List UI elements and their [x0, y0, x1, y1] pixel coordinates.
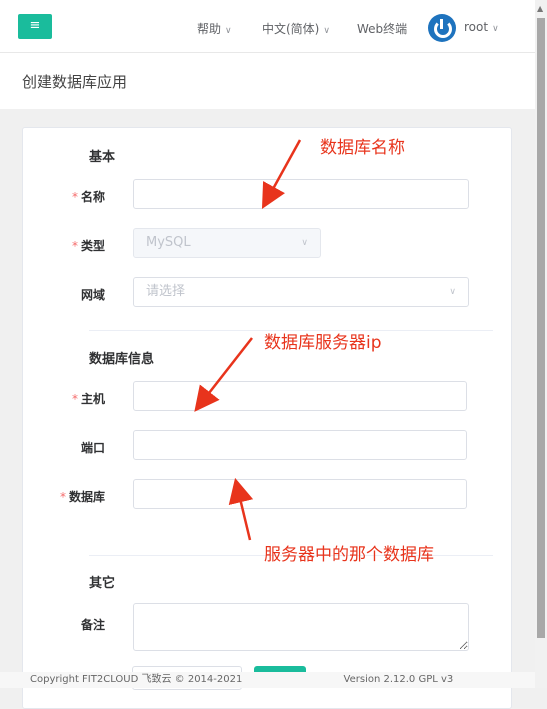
domain-select[interactable]: 请选择 ∨: [133, 277, 469, 307]
annotation-db-server-ip: 数据库服务器ip: [264, 333, 382, 353]
type-select[interactable]: MySQL ∨: [133, 228, 321, 258]
annotation-db-name: 数据库名称: [320, 138, 405, 158]
version-text: Version 2.12.0 GPL v3: [343, 674, 454, 685]
user-menu[interactable]: root ∨: [464, 20, 499, 34]
top-navbar: ≡ 帮助 ∨ 中文(简体) ∨ Web终端 root ∨: [0, 0, 535, 52]
hamburger-icon: ≡: [29, 18, 41, 33]
type-label: * 类型: [71, 239, 105, 253]
web-terminal-link[interactable]: Web终端: [357, 20, 407, 37]
host-label: * 主机: [71, 392, 105, 406]
section-db-info: 数据库信息: [89, 352, 155, 367]
chevron-down-icon: ∨: [225, 26, 232, 36]
scrollbar-thumb[interactable]: [537, 18, 545, 638]
chevron-down-icon: ∨: [301, 238, 308, 248]
comment-label: 备注: [80, 618, 105, 632]
web-terminal-label: Web终端: [357, 22, 408, 36]
chevron-down-icon: ∨: [449, 287, 456, 297]
page-title: 创建数据库应用: [22, 73, 128, 91]
port-input[interactable]: [133, 430, 467, 460]
avatar-power-icon[interactable]: [428, 14, 456, 42]
language-label: 中文(简体): [262, 22, 320, 36]
chevron-down-icon: ∨: [492, 24, 499, 34]
language-menu[interactable]: 中文(简体) ∨: [262, 20, 330, 37]
page-header: 创建数据库应用: [0, 52, 535, 109]
section-basic: 基本: [89, 150, 116, 165]
help-menu[interactable]: 帮助 ∨: [197, 20, 232, 37]
comment-textarea[interactable]: [133, 603, 469, 651]
host-input[interactable]: [133, 381, 467, 411]
menu-toggle-button[interactable]: ≡: [18, 14, 52, 39]
database-input[interactable]: [133, 479, 467, 509]
form-card: 基本 * 名称 * 类型 MySQL ∨ 网域 请选择 ∨ 数据库信息 * 主机 端口 *…: [22, 127, 512, 709]
domain-label: 网域: [80, 288, 105, 302]
footer: Copyright FIT2CLOUD 飞致云 © 2014-2021 Vers…: [0, 672, 535, 688]
name-label: * 名称: [71, 190, 105, 204]
name-input[interactable]: [133, 179, 469, 209]
database-label: * 数据库: [59, 490, 105, 504]
port-label: 端口: [80, 441, 105, 455]
annotation-server-database: 服务器中的那个数据库: [264, 545, 434, 565]
scroll-up-arrow-icon[interactable]: ▲: [537, 4, 543, 13]
section-other: 其它: [89, 576, 116, 591]
copyright-text: Copyright FIT2CLOUD 飞致云 © 2014-2021: [30, 674, 243, 685]
help-label: 帮助: [197, 22, 222, 36]
scrollbar[interactable]: ▲: [535, 0, 547, 688]
chevron-down-icon: ∨: [323, 26, 330, 36]
username-label: root: [464, 20, 489, 34]
